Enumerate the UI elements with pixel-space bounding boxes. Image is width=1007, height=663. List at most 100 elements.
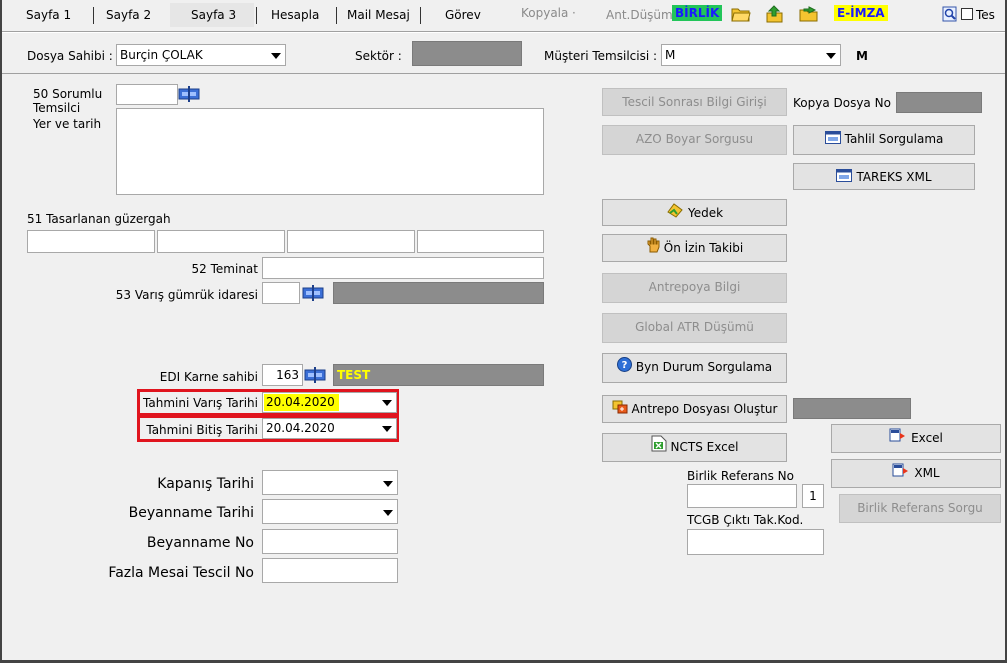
varis-gumruk-code-field[interactable] [262,282,300,304]
tescil-sonrasi-button[interactable]: Tescil Sonrası Bilgi Girişi [602,88,787,116]
varis-gumruk-label: 53 Varış gümrük idaresi [115,288,258,302]
birlik-referans-count-field[interactable]: 1 [802,484,824,508]
musteri-temsilcisi-label: Müşteri Temsilcisi : [544,49,658,63]
musteri-temsilcisi-suffix: M [856,49,868,63]
tahmini-varis-datepicker[interactable]: 20.04.2020 [262,392,397,413]
svg-text:?: ? [621,360,627,371]
window-icon [836,165,853,191]
kopyala-button[interactable]: Kopyala [521,5,568,21]
yedek-button[interactable]: Yedek [602,199,787,226]
ncts-excel-button[interactable]: NCTS Excel [602,433,787,462]
tcgb-cikti-field[interactable] [687,529,824,555]
fazla-mesai-label: Fazla Mesai Tescil No [108,565,254,581]
chevron-down-icon [271,53,281,59]
toolbar-separator [256,7,257,24]
toolbar-divider-light [0,32,1007,33]
tahmini-varis-value: 20.04.2020 [266,395,335,409]
musteri-temsilcisi-select[interactable]: M [661,44,841,66]
button-label: Byn Durum Sorgulama [635,360,773,374]
button-label: Ön İzin Takibi [663,241,744,255]
beyanname-no-field[interactable] [262,529,398,554]
dosya-sahibi-value: Burçin ÇOLAK [120,48,203,62]
tab-sayfa-3[interactable]: Sayfa 3 [191,7,236,23]
tareks-xml-button[interactable]: TAREKS XML [793,163,975,190]
kapanis-tarihi-datepicker[interactable] [262,470,398,495]
guzergah-label: 51 Tasarlanan güzergah [27,212,171,226]
lookup-icon[interactable] [178,84,200,104]
birlik-referans-sorgu-button[interactable]: Birlik Referans Sorgu [839,494,1001,523]
excel-button[interactable]: Excel [831,424,1001,453]
birlik-referans-no-field[interactable] [687,484,797,508]
teminat-field[interactable] [262,257,544,279]
chevron-down-icon [383,510,393,516]
hesapla-button[interactable]: Hesapla [271,7,319,23]
toolbar: Sayfa 1 Sayfa 2 Sayfa 3 Hesapla Mail Mes… [0,0,1007,30]
tes-label: Tes [976,8,995,22]
guzergah-field-2[interactable] [157,230,285,253]
antrepo-dosyasi-button[interactable]: Antrepo Dosyası Oluştur [602,395,787,423]
header-divider [0,73,1007,74]
tcgb-cikti-label: TCGB Çıktı Tak.Kod. [687,513,804,527]
open-folder-icon[interactable] [731,5,751,23]
birlik-button[interactable]: BİRLİK [672,5,723,21]
button-label: Tescil Sonrası Bilgi Girişi [622,95,767,109]
dosya-sahibi-select[interactable]: Burçin ÇOLAK [116,44,286,66]
guzergah-field-3[interactable] [287,230,415,253]
tes-checkbox[interactable] [961,8,973,20]
excel-export-icon [889,426,907,452]
toolbar-separator [420,7,421,24]
search-doc-icon[interactable] [942,5,958,23]
upload-icon[interactable] [765,5,785,23]
guzergah-field-4[interactable] [417,230,544,253]
tahmini-bitis-label: Tahmini Bitiş Tarihi [146,423,258,437]
birlik-referans-no-label: Birlik Referans No [687,469,794,483]
azo-boyar-button[interactable]: AZO Boyar Sorgusu [602,125,787,155]
button-label: Antrepoya Bilgi [648,280,741,294]
hand-icon [646,236,660,262]
test-badge: TEST [337,368,371,382]
kopyala-dot: · [572,6,576,20]
kopya-dosya-no-field [896,92,982,113]
ant-dusum-button[interactable]: Ant.Düşüm [606,7,673,23]
chevron-down-icon [383,481,393,487]
tahmini-bitis-value: 20.04.2020 [266,421,335,435]
kapanis-tarihi-label: Kapanış Tarihi [157,476,254,492]
teminat-label: 52 Teminat [191,262,258,276]
beyanname-tarihi-label: Beyanname Tarihi [128,505,254,521]
tahmini-bitis-datepicker[interactable]: 20.04.2020 [262,418,397,439]
byn-durum-button[interactable]: ? Byn Durum Sorgulama [602,353,787,383]
yer-tarih-textarea[interactable] [116,108,544,195]
chevron-down-icon [382,400,392,406]
gorev-button[interactable]: Görev [445,7,481,23]
xml-button[interactable]: XML [831,459,1001,488]
button-label: AZO Boyar Sorgusu [635,132,754,146]
mail-mesaj-button[interactable]: Mail Mesaj [347,7,410,23]
sektor-label: Sektör : [355,49,402,63]
edi-karne-field[interactable]: 163 [262,364,303,386]
on-izin-button[interactable]: Ön İzin Takibi [602,234,787,262]
sorumlu-temsilci-field[interactable] [116,84,178,105]
tab-sayfa-2[interactable]: Sayfa 2 [106,7,151,23]
frame-left-edge [0,0,2,663]
beyanname-tarihi-datepicker[interactable] [262,499,398,524]
sorumlu-label-2: Temsilci [33,101,81,115]
folder-export-icon[interactable] [799,5,819,23]
lookup-icon[interactable] [304,365,326,385]
tahmini-varis-label: Tahmini Varış Tarihi [143,396,258,410]
tab-sayfa-1[interactable]: Sayfa 1 [26,7,71,23]
e-imza-button[interactable]: E-İMZA [834,5,888,21]
beyanname-no-label: Beyanname No [146,535,254,551]
button-label: Tahlil Sorgulama [844,132,944,146]
toolbar-separator [336,7,337,24]
excel-file-icon [651,435,667,461]
fazla-mesai-field[interactable] [262,558,398,583]
button-label: NCTS Excel [670,440,739,454]
tahlil-sorgulama-button[interactable]: Tahlil Sorgulama [793,125,975,155]
edi-karne-label: EDI Karne sahibi [159,370,258,384]
global-atr-button[interactable]: Global ATR Düşümü [602,313,787,343]
antrepoya-bilgi-button[interactable]: Antrepoya Bilgi [602,273,787,303]
chevron-down-icon [826,53,836,59]
lookup-icon[interactable] [302,283,324,303]
guzergah-field-1[interactable] [27,230,155,253]
button-label: TAREKS XML [856,170,932,184]
